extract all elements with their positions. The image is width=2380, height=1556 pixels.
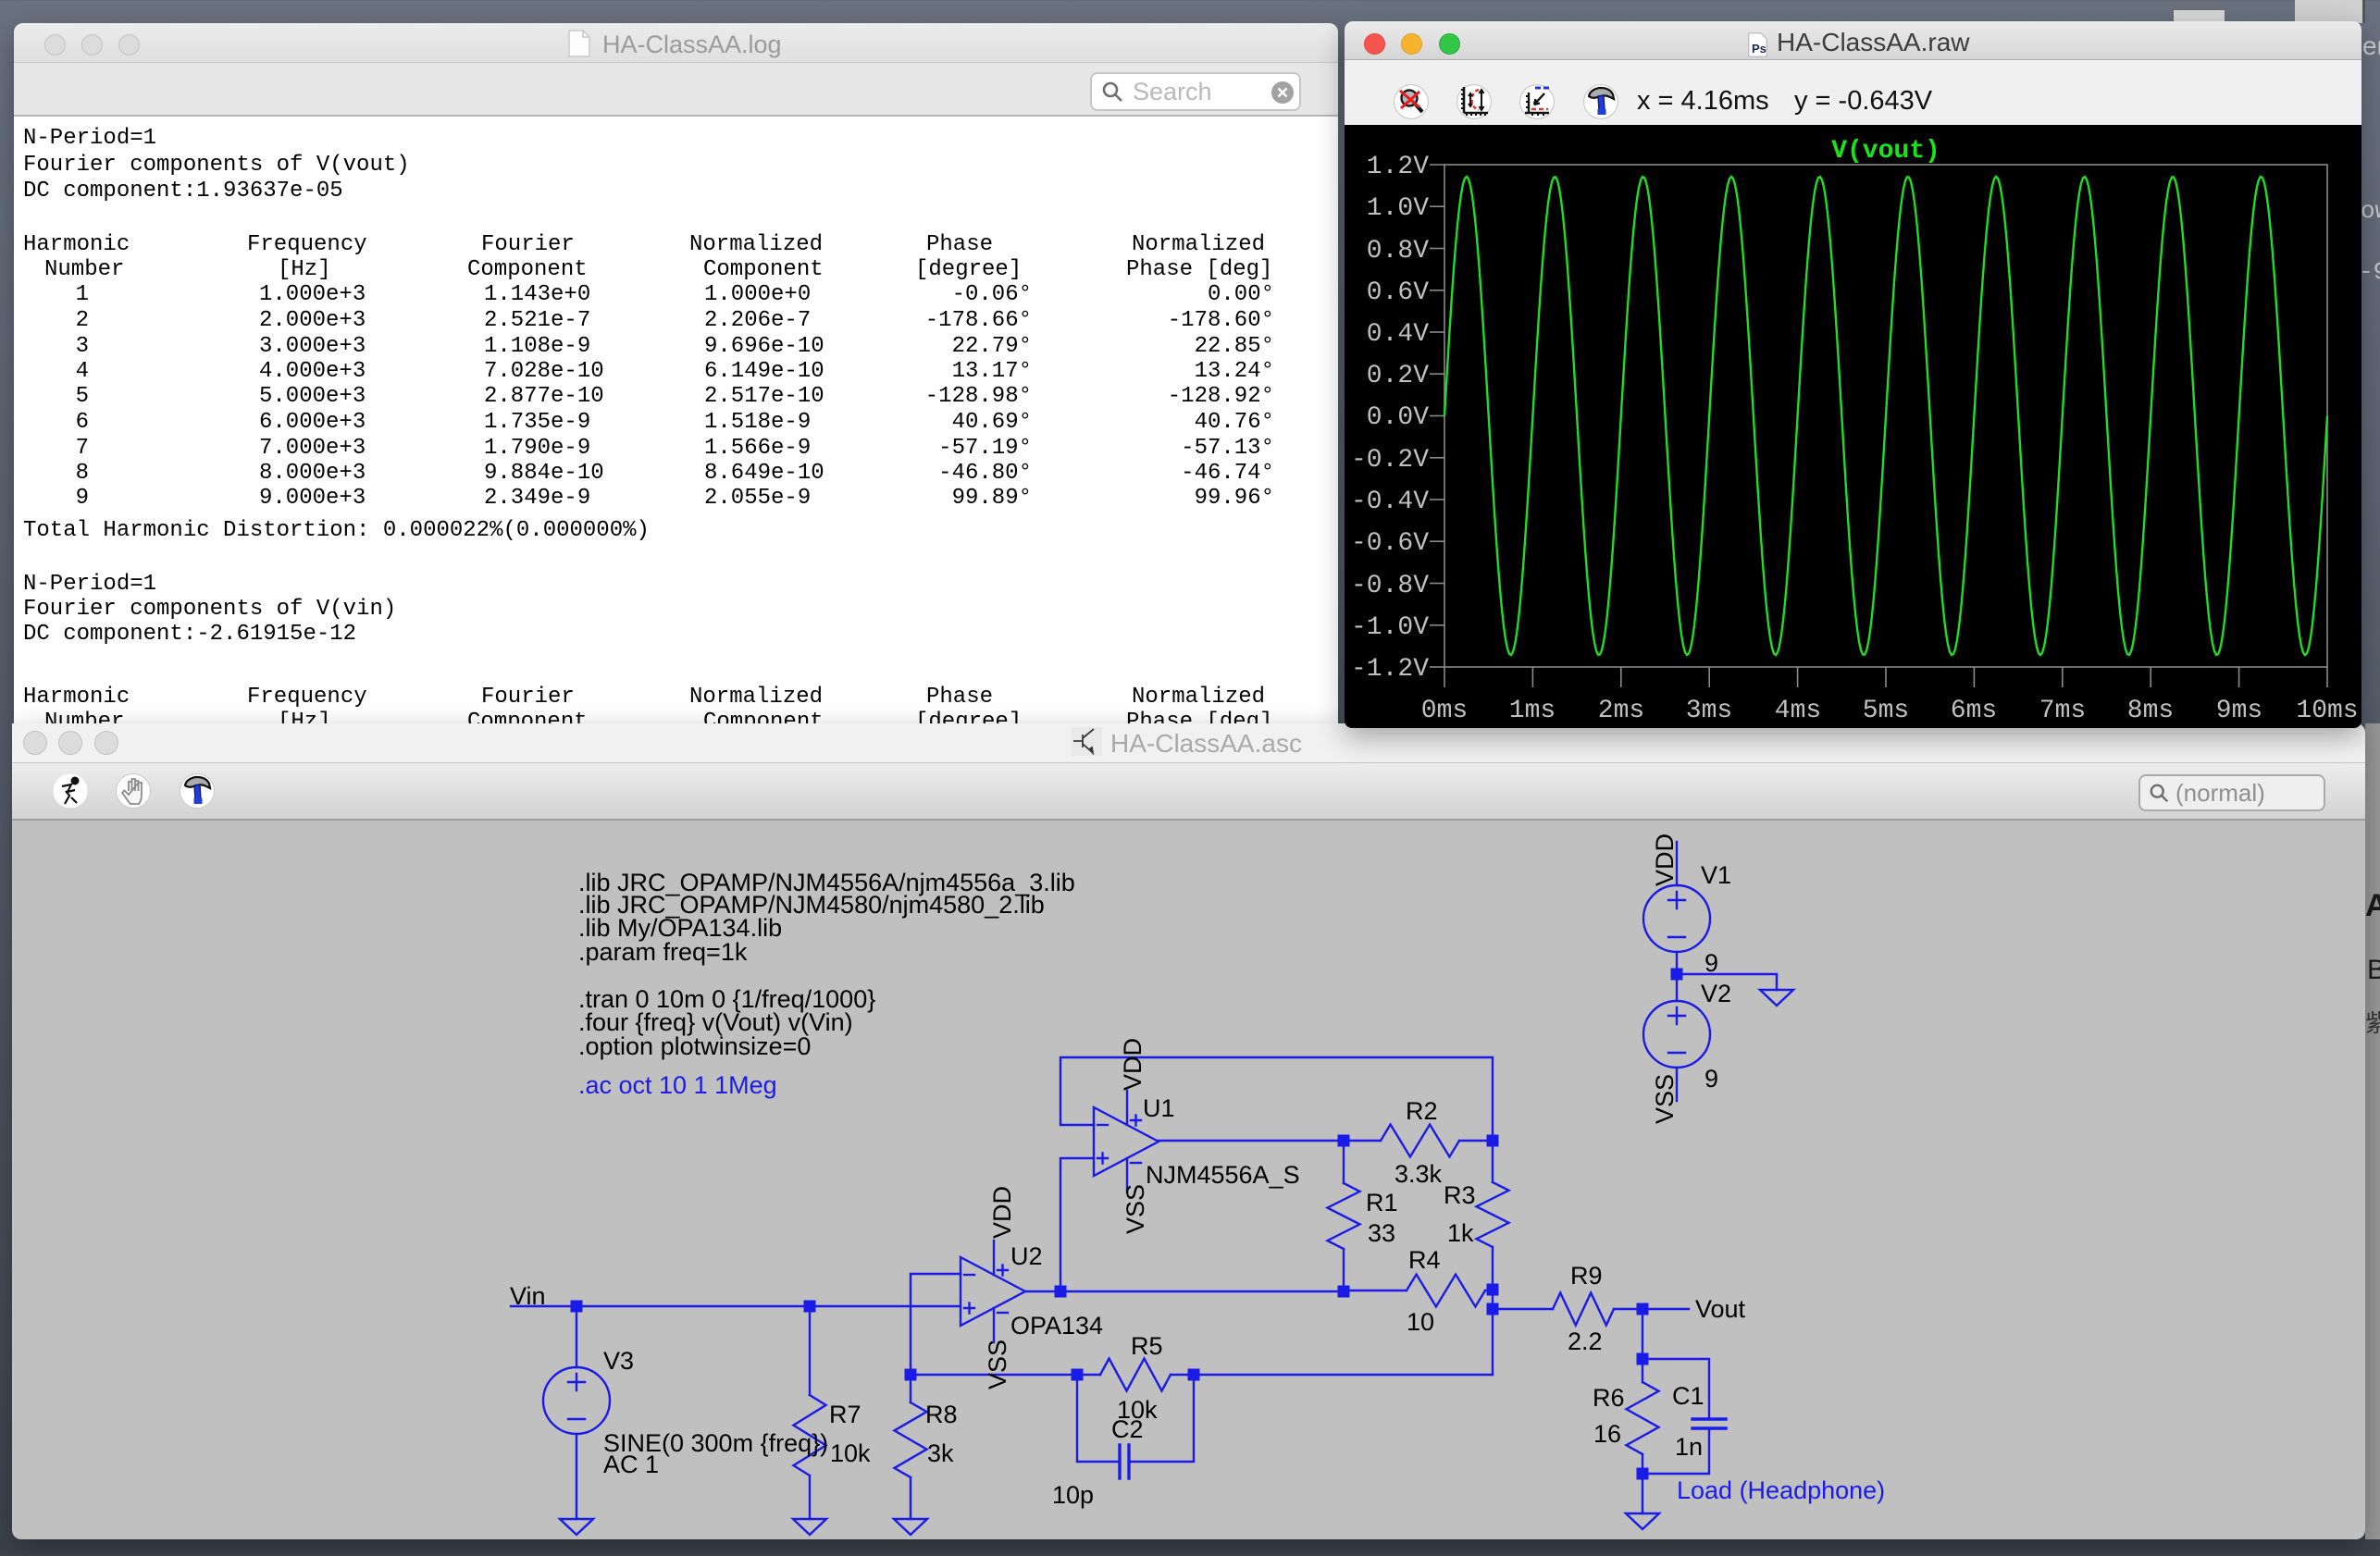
svg-text:VSS: VSS xyxy=(984,1340,1011,1389)
svg-text:NJM4556A_S: NJM4556A_S xyxy=(1146,1161,1300,1189)
svg-text:9: 9 xyxy=(1704,949,1718,977)
svg-text:6ms: 6ms xyxy=(1951,697,1997,725)
svg-text:VSS: VSS xyxy=(1122,1184,1149,1234)
svg-text:Vin: Vin xyxy=(510,1282,546,1310)
svg-text:.param freq=1k: .param freq=1k xyxy=(578,938,748,966)
svg-text:1k: 1k xyxy=(1447,1219,1474,1247)
svg-text:V3: V3 xyxy=(603,1347,634,1375)
svg-text:1.0V: 1.0V xyxy=(1367,194,1429,223)
svg-text:.ac oct 10 1 1Meg: .ac oct 10 1 1Meg xyxy=(578,1071,777,1099)
svg-text:-1.2V: -1.2V xyxy=(1351,655,1429,684)
svg-text:VDD: VDD xyxy=(988,1186,1016,1239)
svg-text:1n: 1n xyxy=(1675,1433,1703,1461)
svg-text:R7: R7 xyxy=(829,1401,862,1428)
svg-text:9: 9 xyxy=(1704,1065,1718,1093)
svg-text:-0.6V: -0.6V xyxy=(1351,529,1429,558)
svg-text:VDD: VDD xyxy=(1651,834,1679,886)
svg-text:0.0V: 0.0V xyxy=(1367,403,1429,432)
svg-text:10ms: 10ms xyxy=(2296,697,2358,725)
svg-text:10k: 10k xyxy=(830,1439,871,1467)
svg-text:R4: R4 xyxy=(1408,1246,1441,1274)
svg-text:16: 16 xyxy=(1593,1420,1621,1448)
svg-text:Vout: Vout xyxy=(1695,1295,1746,1323)
svg-text:U1: U1 xyxy=(1143,1094,1175,1122)
svg-text:0.8V: 0.8V xyxy=(1367,237,1429,266)
svg-text:1ms: 1ms xyxy=(1509,697,1556,725)
svg-text:.option plotwinsize=0: .option plotwinsize=0 xyxy=(578,1032,811,1060)
svg-text:0.2V: 0.2V xyxy=(1367,362,1429,390)
svg-text:1.2V: 1.2V xyxy=(1367,153,1429,181)
svg-text:3.3k: 3.3k xyxy=(1395,1160,1443,1188)
svg-text:R2: R2 xyxy=(1406,1097,1438,1125)
svg-text:5ms: 5ms xyxy=(1863,697,1909,725)
svg-text:9ms: 9ms xyxy=(2216,697,2262,725)
svg-text:R3: R3 xyxy=(1444,1181,1476,1209)
svg-text:7ms: 7ms xyxy=(2039,697,2086,725)
svg-text:10p: 10p xyxy=(1052,1481,1094,1509)
svg-text:0ms: 0ms xyxy=(1421,697,1468,725)
svg-text:OPA134: OPA134 xyxy=(1010,1312,1103,1340)
svg-text:10: 10 xyxy=(1407,1308,1434,1336)
svg-text:V1: V1 xyxy=(1701,861,1731,889)
svg-text:R6: R6 xyxy=(1593,1384,1625,1412)
svg-text:33: 33 xyxy=(1368,1219,1395,1247)
svg-text:R9: R9 xyxy=(1570,1262,1603,1290)
svg-text:Load (Headphone): Load (Headphone) xyxy=(1677,1476,1885,1504)
svg-text:-0.2V: -0.2V xyxy=(1351,446,1429,475)
svg-text:V2: V2 xyxy=(1701,980,1731,1007)
svg-text:R1: R1 xyxy=(1366,1189,1398,1216)
svg-text:U2: U2 xyxy=(1010,1242,1043,1270)
svg-text:C1: C1 xyxy=(1672,1382,1704,1410)
svg-text:0.4V: 0.4V xyxy=(1367,320,1429,349)
svg-text:-0.4V: -0.4V xyxy=(1351,488,1429,516)
svg-text:V(vout): V(vout) xyxy=(1831,137,1940,166)
svg-text:8ms: 8ms xyxy=(2127,697,2174,725)
svg-text:0.6V: 0.6V xyxy=(1367,278,1429,307)
svg-text:2.2: 2.2 xyxy=(1568,1328,1603,1355)
svg-text:-1.0V: -1.0V xyxy=(1351,613,1429,642)
svg-text:VSS: VSS xyxy=(1651,1074,1679,1124)
svg-text:C2: C2 xyxy=(1111,1415,1144,1443)
svg-text:-0.8V: -0.8V xyxy=(1351,572,1429,600)
svg-text:3ms: 3ms xyxy=(1686,697,1732,725)
svg-text:3k: 3k xyxy=(927,1439,954,1467)
svg-text:R8: R8 xyxy=(925,1401,958,1428)
svg-text:R5: R5 xyxy=(1131,1332,1163,1360)
svg-text:4ms: 4ms xyxy=(1775,697,1821,725)
svg-text:AC 1: AC 1 xyxy=(603,1451,659,1478)
svg-text:Ps: Ps xyxy=(1752,42,1766,56)
svg-text:2ms: 2ms xyxy=(1598,697,1644,725)
svg-text:VDD: VDD xyxy=(1119,1038,1147,1091)
